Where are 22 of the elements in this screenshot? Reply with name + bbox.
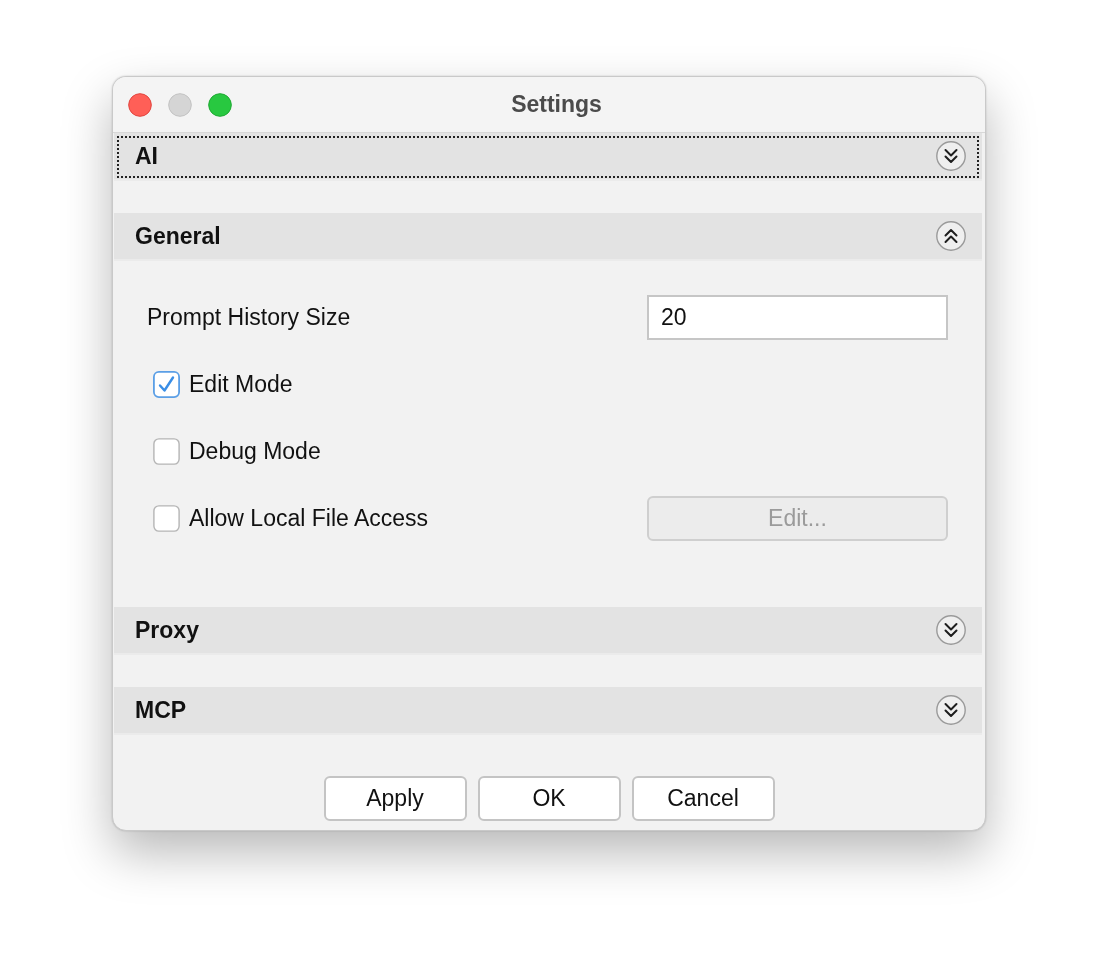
checkbox-label[interactable]: Allow Local File Access: [189, 505, 429, 532]
input-field[interactable]: 20: [647, 295, 948, 340]
checkbox-label[interactable]: Debug Mode: [189, 438, 321, 465]
double-chevron-down-icon[interactable]: [936, 141, 966, 171]
checkbox-label[interactable]: Edit Mode: [189, 371, 293, 398]
dialog-button[interactable]: Cancel: [631, 776, 775, 821]
double-chevron-up-icon[interactable]: [936, 221, 966, 251]
section-header[interactable]: General: [114, 213, 982, 261]
double-chevron-down-icon[interactable]: [936, 695, 966, 725]
section-header[interactable]: AI: [114, 133, 982, 181]
window-title: Settings: [511, 91, 602, 118]
maximize-icon[interactable]: [208, 92, 232, 117]
field-label: Prompt History Size: [147, 304, 351, 331]
dialog-button[interactable]: OK: [477, 776, 621, 821]
section-header[interactable]: Proxy: [114, 607, 982, 655]
section-header[interactable]: MCP: [114, 687, 982, 735]
dialog-button[interactable]: Apply: [323, 776, 467, 821]
checkbox[interactable]: [153, 438, 180, 465]
checkbox[interactable]: [153, 371, 180, 398]
double-chevron-down-icon[interactable]: [936, 615, 966, 645]
checkbox[interactable]: [153, 505, 180, 532]
close-icon[interactable]: [128, 92, 152, 117]
